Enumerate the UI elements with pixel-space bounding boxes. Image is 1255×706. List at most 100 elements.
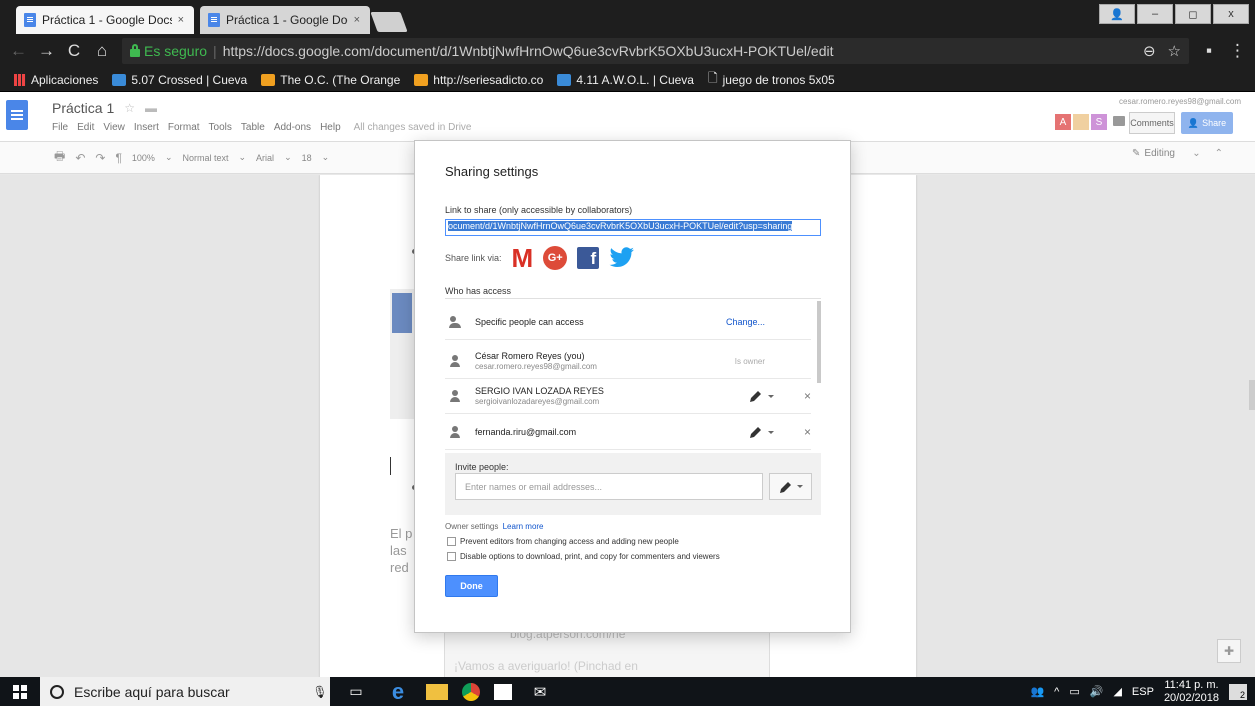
chevron-up-icon[interactable]: ^: [1054, 686, 1059, 698]
gmail-icon[interactable]: M: [512, 245, 534, 271]
avatar[interactable]: S: [1091, 114, 1107, 130]
undo-icon[interactable]: ↶: [75, 151, 85, 165]
bookmark-item[interactable]: http://seriesadicto.co: [414, 73, 543, 87]
windows-taskbar: Escribe aquí para buscar 🎙 ▭ e ✉ 👥 ^ ▭ 🔊…: [0, 677, 1255, 706]
done-button[interactable]: Done: [445, 575, 498, 597]
chat-icon[interactable]: [1113, 116, 1125, 126]
task-view-icon[interactable]: ▭: [342, 680, 370, 704]
new-tab-button[interactable]: [370, 12, 408, 32]
menu-file[interactable]: File: [52, 122, 68, 133]
bookmark-star-icon[interactable]: ☆: [1168, 42, 1181, 60]
zoom-icon[interactable]: ⊖: [1143, 42, 1156, 60]
avatar[interactable]: [1073, 114, 1089, 130]
share-button[interactable]: 👤 Share: [1181, 112, 1233, 134]
battery-icon[interactable]: ▭: [1069, 685, 1079, 698]
maximize-button[interactable]: ◻: [1175, 4, 1211, 24]
invite-people-input[interactable]: Enter names or email addresses...: [455, 473, 763, 500]
style-select[interactable]: Normal text: [182, 153, 228, 163]
disable-download-checkbox[interactable]: [447, 552, 456, 561]
mail-icon[interactable]: ✉: [526, 680, 554, 704]
invite-permission-dropdown[interactable]: [769, 473, 812, 500]
avatar[interactable]: A: [1055, 114, 1071, 130]
menu-insert[interactable]: Insert: [134, 122, 159, 133]
menu-addons[interactable]: Add-ons: [274, 122, 311, 133]
browser-tab-active[interactable]: Práctica 1 - Google Docs ×: [16, 6, 194, 34]
change-access-link[interactable]: Change...: [726, 317, 765, 327]
profile-icon[interactable]: 👤: [1099, 4, 1135, 24]
doc-title[interactable]: Práctica 1: [52, 100, 114, 116]
forward-arrow-icon[interactable]: →: [38, 41, 55, 61]
collapse-chevron-up-icon[interactable]: ⌃: [1215, 148, 1223, 159]
bookmark-item[interactable]: 🗋 juego de tronos 5x05: [708, 69, 835, 90]
option-row[interactable]: Prevent editors from changing access and…: [447, 537, 679, 546]
menu-format[interactable]: Format: [168, 122, 200, 133]
minimize-button[interactable]: –: [1137, 4, 1173, 24]
volume-icon[interactable]: 🔊: [1090, 685, 1104, 698]
google-plus-icon[interactable]: G+: [543, 246, 568, 270]
star-icon[interactable]: ☆: [124, 101, 135, 115]
scrollbar-thumb[interactable]: [1249, 380, 1255, 410]
tab-close-icon[interactable]: ×: [354, 14, 360, 26]
font-select[interactable]: Arial: [256, 153, 274, 163]
store-icon[interactable]: [494, 683, 512, 700]
extension-icon[interactable]: ▪: [1201, 41, 1217, 61]
facebook-icon[interactable]: f: [577, 247, 600, 269]
account-email[interactable]: cesar.romero.reyes98@gmail.com: [1119, 97, 1241, 106]
option-row[interactable]: Disable options to download, print, and …: [447, 552, 720, 561]
learn-more-link[interactable]: Learn more: [503, 522, 544, 531]
taskbar-search[interactable]: Escribe aquí para buscar 🎙: [40, 677, 330, 706]
close-window-button[interactable]: x: [1213, 4, 1249, 24]
document-body-text[interactable]: El p las red: [390, 525, 412, 576]
menu-tools[interactable]: Tools: [209, 122, 232, 133]
editing-mode-select[interactable]: ✎ Editing: [1132, 148, 1175, 159]
redo-icon[interactable]: ↷: [95, 151, 105, 165]
paint-format-icon[interactable]: ¶: [115, 151, 121, 165]
permission-dropdown[interactable]: [749, 389, 774, 403]
menu-table[interactable]: Table: [241, 122, 265, 133]
bookmark-item[interactable]: 4.11 A.W.O.L. | Cueva: [557, 73, 694, 87]
file-explorer-icon[interactable]: [426, 683, 448, 700]
bookmark-apps[interactable]: Aplicaciones: [14, 73, 98, 87]
twitter-icon[interactable]: [609, 247, 635, 269]
bookmark-item[interactable]: The O.C. (The Orange: [261, 73, 400, 87]
tab-close-icon[interactable]: ×: [178, 14, 184, 26]
people-tray-icon[interactable]: 👥: [1030, 685, 1044, 698]
notifications-icon[interactable]: 2: [1229, 683, 1247, 700]
access-list-scrollbar[interactable]: [817, 301, 821, 383]
home-icon[interactable]: ⌂: [94, 41, 110, 61]
permission-dropdown[interactable]: [749, 425, 774, 439]
remove-person-button[interactable]: ×: [804, 425, 811, 439]
zoom-select[interactable]: 100%: [132, 153, 155, 163]
remove-person-button[interactable]: ×: [804, 389, 811, 403]
start-button[interactable]: [0, 677, 40, 706]
language-indicator[interactable]: ESP: [1132, 686, 1154, 698]
explore-button[interactable]: ✚: [1217, 639, 1241, 663]
bookmark-item[interactable]: 5.07 Crossed | Cueva: [112, 73, 247, 87]
comments-button[interactable]: Comments: [1129, 112, 1175, 134]
microphone-icon[interactable]: 🎙: [310, 685, 330, 699]
menu-kebab-icon[interactable]: ⋮: [1229, 41, 1246, 61]
wifi-icon[interactable]: ◢: [1113, 685, 1121, 698]
chevron-down-icon[interactable]: ⌄: [1192, 148, 1200, 159]
clock[interactable]: 11:41 p. m. 20/02/2018: [1164, 679, 1219, 705]
back-arrow-icon[interactable]: ←: [10, 41, 27, 61]
docs-logo-icon[interactable]: [6, 100, 28, 130]
chrome-icon[interactable]: [462, 682, 480, 701]
apps-grid-icon: [14, 73, 26, 86]
menu-edit[interactable]: Edit: [77, 122, 94, 133]
secure-indicator[interactable]: Es seguro: [130, 43, 207, 59]
browser-tab[interactable]: Práctica 1 - Google Docs ×: [200, 6, 370, 34]
address-bar[interactable]: Es seguro | https://docs.google.com/docu…: [122, 38, 1189, 64]
menu-view[interactable]: View: [103, 122, 125, 133]
font-size-select[interactable]: 18: [302, 153, 312, 163]
prevent-editors-checkbox[interactable]: [447, 537, 456, 546]
docs-favicon-icon: [208, 13, 220, 27]
print-icon[interactable]: 🖶: [54, 147, 65, 168]
url-text[interactable]: https://docs.google.com/document/d/1Wnbt…: [223, 43, 834, 59]
folder-icon[interactable]: ▬: [145, 101, 157, 115]
menu-help[interactable]: Help: [320, 122, 341, 133]
embedded-image[interactable]: [390, 289, 416, 419]
share-link-input[interactable]: ocument/d/1WnbtjNwfHrnOwQ6ue3cvRvbrK5OXb…: [445, 219, 821, 236]
edge-icon[interactable]: e: [384, 679, 412, 704]
reload-icon[interactable]: C: [66, 41, 82, 61]
